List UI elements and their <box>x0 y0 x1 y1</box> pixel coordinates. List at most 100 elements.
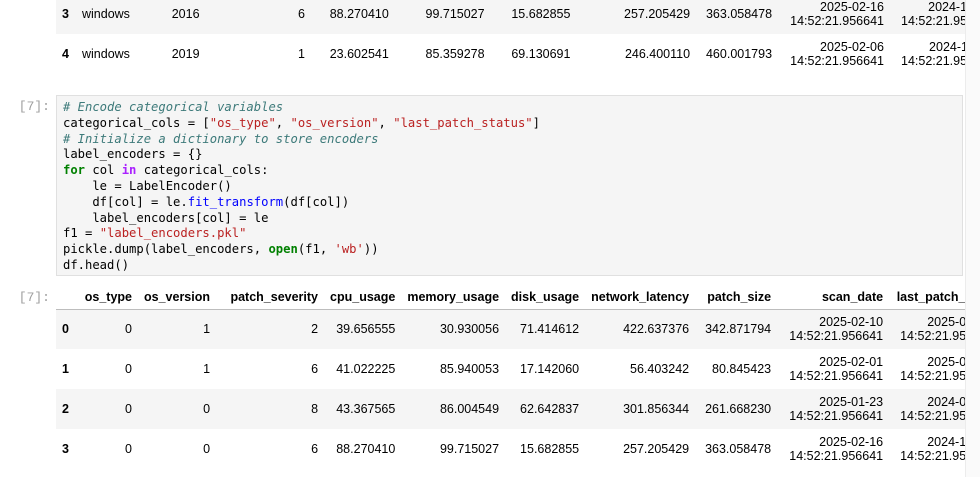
column-header: network_latency <box>591 289 690 304</box>
cell-network-latency: 301.856344 <box>623 402 690 416</box>
table-body: 3 windows 2016 6 88.270410 99.715027 15.682855… <box>56 0 980 74</box>
cell-cpu-usage: 88.270410 <box>336 442 396 456</box>
table-row: 0 0 1 2 39.656555 30.930056 71.414612 422.63737… <box>56 309 980 349</box>
cell-patch-severity: 8 <box>311 402 319 416</box>
cell-patch-severity: 6 <box>311 362 319 376</box>
cell-memory-usage: 86.004549 <box>439 402 500 416</box>
time-part: 14:52:21.956641 <box>789 449 884 463</box>
vertical-scrollbar[interactable] <box>965 0 980 477</box>
date-part: 2025-02-16 <box>820 0 884 14</box>
date-part: 2024-09 <box>927 395 974 409</box>
cell-memory-usage: 99.715027 <box>425 7 485 21</box>
cell-network-latency: 422.637376 <box>623 322 690 337</box>
time-part: 14:52:21.956641 <box>789 369 884 383</box>
cell-os-version: 2016 <box>171 7 200 21</box>
cell-os-version: 0 <box>203 402 211 416</box>
cell-network-latency: 257.205429 <box>624 7 691 21</box>
time-part: 14:52:21.956 <box>900 449 974 463</box>
row-index: 4 <box>62 47 69 61</box>
cell-os-version: 2019 <box>171 47 200 61</box>
code-string: "os_version" <box>290 115 379 130</box>
code-comment: # Initialize a dictionary to store encod… <box>63 131 379 146</box>
cell-disk-usage: 17.142060 <box>520 362 580 376</box>
code-keyword: for <box>63 163 86 178</box>
column-header: os_type <box>84 289 132 304</box>
cell-scan-date: 2025-02-16 14:52:21.956641 <box>777 429 889 469</box>
column-header: patch_severity <box>230 289 319 304</box>
cell-patch-size: 261.668230 <box>705 402 772 416</box>
code-keyword: in <box>121 163 137 178</box>
cell-os-type: 0 <box>125 402 132 416</box>
dataframe-table: 3 windows 2016 6 88.270410 99.715027 15.682855… <box>56 0 980 74</box>
code-text: label_encoders[col] = le <box>63 210 269 225</box>
cell-os-version: 1 <box>203 322 211 337</box>
date-part: 2025-01-23 <box>819 395 884 409</box>
cell-os-type: windows <box>81 7 130 21</box>
time-part: 14:52:21.956 <box>901 54 974 68</box>
row-index: 1 <box>62 362 69 376</box>
cell-os-type: 0 <box>125 442 132 456</box>
code-text: df[col] = le. <box>63 194 188 209</box>
cell-disk-usage: 62.642837 <box>520 402 580 416</box>
cell-patch-severity: 6 <box>297 7 305 21</box>
code-text: categorical_cols = [ <box>63 115 210 130</box>
time-part: 14:52:21.956 <box>900 409 974 423</box>
row-index: 3 <box>62 7 69 21</box>
cell-disk-usage: 69.130691 <box>511 47 571 61</box>
time-part: 14:52:21.956 <box>900 329 974 344</box>
row-index: 3 <box>62 442 69 456</box>
time-part: 14:52:21.956641 <box>790 14 884 28</box>
cell-network-latency: 246.400110 <box>624 47 691 61</box>
time-part: 14:52:21.956641 <box>789 329 884 344</box>
index-header <box>56 285 76 309</box>
row-index: 0 <box>62 322 69 337</box>
cell-os-type: 0 <box>125 362 132 376</box>
code-cell-editor[interactable]: # Encode categorical variables categoric… <box>56 95 963 276</box>
table-row: 1 0 1 6 41.022225 85.940053 17.142060 56.403242… <box>56 349 980 389</box>
code-text: ] <box>532 115 540 130</box>
date-part: 2025-01 <box>927 355 974 369</box>
cell-memory-usage: 85.940053 <box>439 362 500 376</box>
table-body: 0 0 1 2 39.656555 30.930056 71.414612 422.63737… <box>56 309 980 469</box>
cell-scan-date: 2025-02-16 14:52:21.956641 <box>778 0 890 34</box>
cell-patch-severity: 1 <box>297 47 305 61</box>
cell-patch-size: 342.871794 <box>705 322 772 337</box>
table-row: 4 windows 2019 1 23.602541 85.359278 69.130691… <box>56 34 980 74</box>
code-text: le = LabelEncoder() <box>63 178 232 193</box>
cell-os-type: windows <box>81 47 130 61</box>
cell-network-latency: 257.205429 <box>623 442 690 456</box>
date-part: 2024-12 <box>928 0 974 14</box>
cell-disk-usage: 15.682855 <box>520 442 580 456</box>
cell-os-version: 1 <box>203 362 211 376</box>
date-part: 2025-02-16 <box>819 435 884 449</box>
code-text: (df[col]) <box>283 194 350 209</box>
table-row: 2 0 0 8 43.367565 86.004549 62.642837 301.85634… <box>56 389 980 429</box>
cell-memory-usage: 30.930056 <box>439 322 500 337</box>
date-part: 2025-02-06 <box>820 40 884 54</box>
code-text: col <box>85 163 122 178</box>
time-part: 14:52:21.956641 <box>789 409 884 423</box>
row-index: 2 <box>62 402 69 416</box>
cell-patch-size: 363.058478 <box>705 442 772 456</box>
code-text: )) <box>363 242 379 257</box>
cell-network-latency: 56.403242 <box>630 362 690 376</box>
cell-cpu-usage: 41.022225 <box>336 362 396 376</box>
time-part: 14:52:21.956641 <box>790 54 884 68</box>
cell-cpu-usage: 43.367565 <box>336 402 396 416</box>
cell-patch-size: 460.001793 <box>705 47 773 61</box>
code-text: pickle.dump(label_encoders, <box>63 242 269 257</box>
cell-patch-severity: 6 <box>311 442 319 456</box>
column-header: memory_usage <box>407 289 500 304</box>
code-text: f1 = <box>63 226 100 241</box>
column-header: patch_size <box>707 289 772 304</box>
cell-memory-usage: 85.359278 <box>425 47 485 61</box>
code-text: , <box>275 115 291 130</box>
code-comment: # Encode categorical variables <box>63 100 284 114</box>
code-string: "os_type" <box>209 115 276 130</box>
date-part: 2024-11 <box>929 40 974 54</box>
dataframe-table: os_type os_version patch_severity cpu_usage… <box>56 285 980 469</box>
cell-os-type: 0 <box>125 322 132 337</box>
code-string: "label_encoders.pkl" <box>99 226 247 241</box>
code-function: fit_transform <box>187 194 284 209</box>
previous-output-table: 3 windows 2016 6 88.270410 99.715027 15.682855… <box>0 0 980 77</box>
